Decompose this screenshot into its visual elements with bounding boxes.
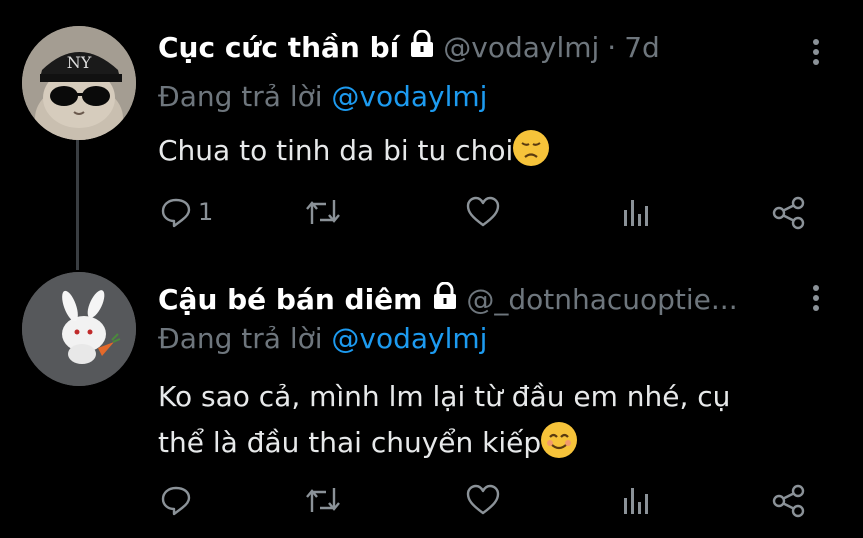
replying-to: Đang trả lời @vodaylmj	[158, 322, 487, 355]
heart-icon	[466, 484, 500, 515]
like-button[interactable]	[466, 196, 500, 228]
reply-button[interactable]: 1	[160, 196, 213, 228]
rabbit-avatar-image	[22, 272, 136, 386]
share-button[interactable]	[772, 484, 806, 518]
replying-prefix: Đang trả lời	[158, 80, 332, 113]
tweet-header: Cậu bé bán diêm @_dotnhacuoptie...	[158, 281, 738, 317]
tweet-actions	[158, 484, 818, 524]
retweet-button[interactable]	[304, 196, 342, 228]
svg-text:NY: NY	[67, 53, 92, 72]
display-name[interactable]: Cục cức thần bí	[158, 31, 399, 64]
cat-avatar-image: NY	[22, 26, 136, 140]
reply-count: 1	[198, 198, 214, 226]
more-options-icon[interactable]	[808, 36, 824, 69]
reply-icon	[161, 198, 191, 228]
tweet-text: Ko sao cả, mình lm lại từ đầu em nhé, cụ…	[158, 374, 730, 466]
avatar[interactable]	[22, 272, 136, 386]
timestamp[interactable]: 7d	[624, 31, 660, 64]
lock-icon	[409, 29, 435, 65]
like-button[interactable]	[466, 484, 500, 516]
tweet-2[interactable]: Cậu bé bán diêm @_dotnhacuoptie... Đang …	[0, 270, 863, 538]
reply-icon	[161, 486, 191, 516]
analytics-icon	[624, 488, 648, 514]
analytics-button[interactable]	[622, 196, 652, 228]
more-options-icon[interactable]	[808, 282, 824, 315]
analytics-icon	[624, 200, 648, 226]
replying-prefix: Đang trả lời	[158, 322, 332, 355]
tweet-text-line-1: Ko sao cả, mình lm lại từ đầu em nhé, cụ	[158, 380, 731, 413]
tweet-text-content: Chua to tinh da bi tu choi	[158, 134, 514, 167]
avatar[interactable]: NY	[22, 26, 136, 140]
tweet-header: Cục cức thần bí @vodaylmj · 7d	[158, 29, 660, 65]
tweet-text-line-2: thể là đầu thai chuyển kiếp	[158, 426, 542, 459]
share-icon	[772, 484, 805, 518]
tweet-1[interactable]: NY Cục cức thần bí @vodaylmj · 7d Đang t…	[0, 0, 863, 270]
reply-button[interactable]	[160, 484, 198, 516]
display-name[interactable]: Cậu bé bán diêm	[158, 283, 422, 316]
heart-icon	[466, 196, 500, 227]
mention-link[interactable]: @vodaylmj	[331, 80, 487, 113]
share-button[interactable]	[772, 196, 806, 230]
tweet-text: Chua to tinh da bi tu choi	[158, 128, 550, 174]
smiling-face-icon	[541, 422, 578, 458]
user-handle[interactable]: @vodaylmj	[443, 31, 599, 64]
thread-line	[76, 140, 79, 270]
lock-icon	[432, 281, 458, 317]
replying-to: Đang trả lời @vodaylmj	[158, 80, 487, 113]
user-handle[interactable]: @_dotnhacuoptie...	[466, 283, 737, 316]
retweet-icon	[306, 200, 340, 224]
retweet-button[interactable]	[304, 484, 342, 516]
share-icon	[772, 196, 805, 230]
analytics-button[interactable]	[622, 484, 652, 516]
retweet-icon	[306, 488, 340, 512]
disappointed-face-icon	[513, 130, 550, 166]
separator-dot: ·	[607, 31, 617, 64]
mention-link[interactable]: @vodaylmj	[331, 322, 487, 355]
tweet-actions: 1	[158, 196, 818, 236]
